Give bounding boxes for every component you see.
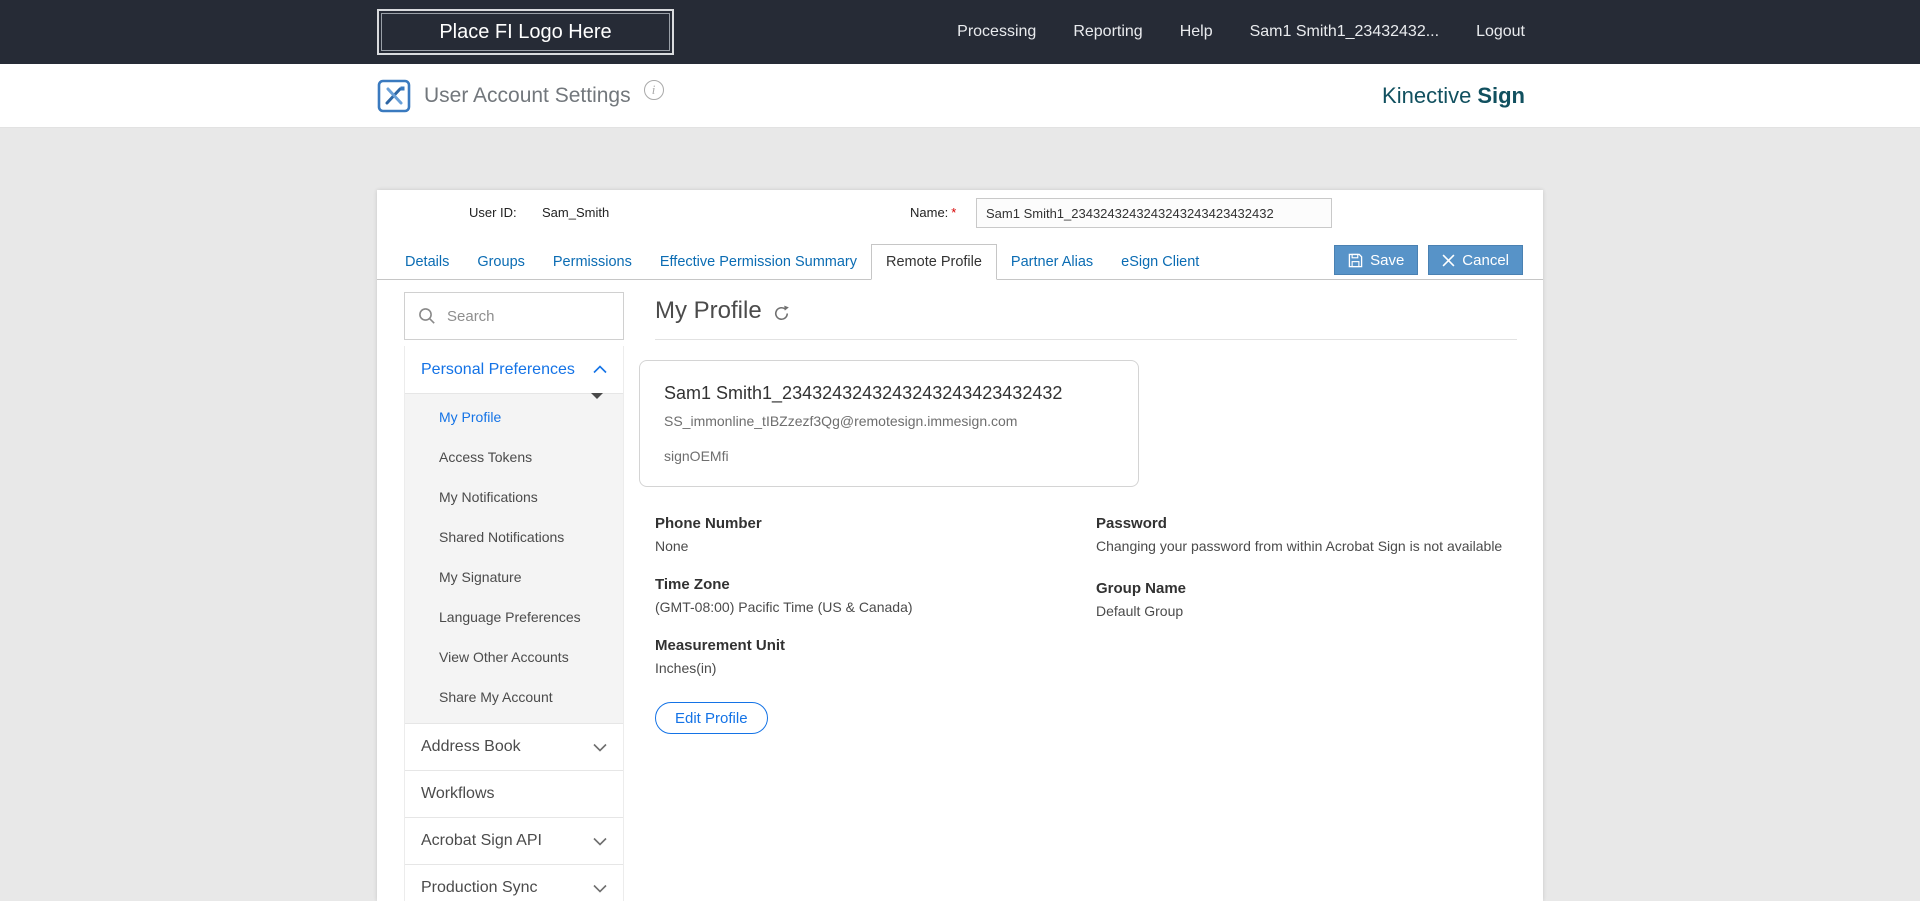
save-button-label: Save bbox=[1370, 251, 1405, 269]
page-title: User Account Settings bbox=[424, 83, 631, 107]
sidebar-item-share-my-account[interactable]: Share My Account bbox=[405, 677, 623, 717]
refresh-icon[interactable] bbox=[773, 305, 790, 322]
nav-logout[interactable]: Logout bbox=[1476, 23, 1525, 41]
name-label-text: Name: bbox=[910, 205, 949, 220]
tab-remote-profile[interactable]: Remote Profile bbox=[871, 244, 997, 280]
sidebar-group-label: Address Book bbox=[421, 738, 521, 755]
nav-reporting[interactable]: Reporting bbox=[1073, 23, 1142, 41]
esign-app-icon bbox=[377, 79, 411, 113]
top-nav-menu: Processing Reporting Help Sam1 Smith1_23… bbox=[957, 0, 1525, 64]
sidebar-group-acrobat-sign-api[interactable]: Acrobat Sign API bbox=[405, 817, 623, 864]
sidebar-item-access-tokens[interactable]: Access Tokens bbox=[405, 437, 623, 477]
sidebar-item-shared-notifications[interactable]: Shared Notifications bbox=[405, 517, 623, 557]
expanded-notch bbox=[591, 393, 603, 399]
tab-partner-alias[interactable]: Partner Alias bbox=[997, 245, 1107, 279]
sidebar-group-label: Personal Preferences bbox=[421, 360, 575, 378]
field-measurement-unit: Measurement Unit Inches(in) bbox=[655, 637, 1096, 676]
field-value: None bbox=[655, 538, 689, 554]
name-label: Name: * bbox=[910, 205, 956, 220]
edit-profile-button[interactable]: Edit Profile bbox=[655, 702, 768, 734]
field-value: Inches(in) bbox=[655, 660, 717, 676]
name-input[interactable] bbox=[976, 198, 1332, 228]
sidebar-group-label: Workflows bbox=[421, 785, 495, 802]
field-label: Phone Number bbox=[655, 515, 762, 532]
profile-summary-card: Sam1 Smith1_2343243243243243243423432432… bbox=[639, 360, 1139, 487]
settings-sidebar: Personal Preferences My Profile Access T… bbox=[404, 292, 624, 901]
chevron-down-icon bbox=[593, 743, 607, 752]
profile-heading: My Profile bbox=[655, 297, 762, 324]
field-label: Group Name bbox=[1096, 580, 1187, 597]
cancel-x-icon bbox=[1442, 254, 1455, 267]
personal-preferences-items: My Profile Access Tokens My Notification… bbox=[405, 393, 623, 723]
profile-card-email: SS_immonline_tIBZzezf3Qg@remotesign.imme… bbox=[664, 413, 1018, 429]
sidebar-search[interactable] bbox=[404, 292, 624, 340]
profile-fields: Phone Number None Time Zone (GMT-08:00) … bbox=[655, 515, 1517, 734]
field-label: Measurement Unit bbox=[655, 637, 786, 654]
field-password: Password Changing your password from wit… bbox=[1096, 515, 1517, 554]
sidebar-group-workflows[interactable]: Workflows bbox=[405, 770, 623, 817]
field-time-zone: Time Zone (GMT-08:00) Pacific Time (US &… bbox=[655, 576, 1096, 615]
brand-product: Sign bbox=[1477, 82, 1525, 108]
tab-strip: Details Groups Permissions Effective Per… bbox=[377, 244, 1543, 280]
user-id-label: User ID: bbox=[469, 205, 517, 220]
field-value: Changing your password from within Acrob… bbox=[1096, 538, 1503, 554]
nav-help[interactable]: Help bbox=[1180, 23, 1213, 41]
save-icon bbox=[1348, 253, 1363, 268]
sidebar-group-production-sync[interactable]: Production Sync bbox=[405, 864, 623, 901]
cancel-button[interactable]: Cancel bbox=[1428, 245, 1523, 275]
field-value: (GMT-08:00) Pacific Time (US & Canada) bbox=[655, 599, 913, 615]
sidebar-group-label: Production Sync bbox=[421, 879, 538, 896]
identity-row: User ID: Sam_Smith Name: * bbox=[377, 190, 1543, 236]
brand-logo: Kinective Sign bbox=[1382, 64, 1525, 127]
required-marker: * bbox=[951, 205, 957, 220]
sidebar-item-my-profile[interactable]: My Profile bbox=[405, 397, 623, 437]
field-label: Password bbox=[1096, 515, 1167, 532]
sidebar-item-view-other-accounts[interactable]: View Other Accounts bbox=[405, 637, 623, 677]
tab-groups[interactable]: Groups bbox=[463, 245, 539, 279]
form-actions: Save Cancel bbox=[1334, 245, 1523, 275]
brand-name: Kinective bbox=[1382, 82, 1472, 108]
profile-card-name: Sam1 Smith1_2343243243243243243423432432 bbox=[664, 383, 1063, 403]
field-group-name: Group Name Default Group bbox=[1096, 580, 1517, 619]
page-header: User Account Settings i Kinective Sign bbox=[0, 64, 1920, 128]
fi-logo-placeholder-text: Place FI Logo Here bbox=[439, 20, 612, 43]
user-id-value: Sam_Smith bbox=[542, 205, 610, 220]
profile-card-account: signOEMfi bbox=[664, 448, 729, 464]
sidebar-group-label: Acrobat Sign API bbox=[421, 832, 542, 849]
heading-divider bbox=[655, 339, 1517, 340]
profile-fields-right-column: Password Changing your password from wit… bbox=[1096, 515, 1517, 734]
chevron-down-icon bbox=[593, 884, 607, 893]
cancel-button-label: Cancel bbox=[1462, 251, 1509, 269]
remote-profile-content: Personal Preferences My Profile Access T… bbox=[377, 280, 1543, 901]
sidebar-group-address-book[interactable]: Address Book bbox=[405, 723, 623, 770]
nav-processing[interactable]: Processing bbox=[957, 23, 1036, 41]
my-profile-section: My Profile Sam1 Smith1_23432432432432432… bbox=[624, 292, 1517, 901]
sidebar-item-my-signature[interactable]: My Signature bbox=[405, 557, 623, 597]
chevron-down-icon bbox=[593, 837, 607, 846]
tab-esign-client[interactable]: eSign Client bbox=[1107, 245, 1213, 279]
user-account-panel: User ID: Sam_Smith Name:* Details Groups… bbox=[377, 190, 1543, 901]
sidebar-group-personal-preferences[interactable]: Personal Preferences bbox=[405, 346, 623, 399]
search-input[interactable] bbox=[447, 307, 610, 325]
tab-permissions[interactable]: Permissions bbox=[539, 245, 646, 279]
field-label: Time Zone bbox=[655, 576, 730, 593]
field-phone-number: Phone Number None bbox=[655, 515, 1096, 554]
profile-fields-left-column: Phone Number None Time Zone (GMT-08:00) … bbox=[655, 515, 1096, 734]
tab-details[interactable]: Details bbox=[391, 245, 463, 279]
profile-heading-row: My Profile bbox=[655, 297, 1517, 325]
sidebar-nav-list: Personal Preferences My Profile Access T… bbox=[404, 346, 624, 901]
nav-user-menu[interactable]: Sam1 Smith1_23432432... bbox=[1250, 23, 1439, 41]
info-icon[interactable]: i bbox=[643, 79, 664, 100]
sidebar-item-language-preferences[interactable]: Language Preferences bbox=[405, 597, 623, 637]
search-icon bbox=[418, 307, 436, 325]
fi-logo-placeholder: Place FI Logo Here bbox=[377, 9, 674, 55]
top-navigation-bar: Place FI Logo Here Processing Reporting … bbox=[0, 0, 1920, 64]
chevron-up-icon bbox=[593, 365, 607, 374]
tab-effective-permission-summary[interactable]: Effective Permission Summary bbox=[646, 245, 871, 279]
save-button[interactable]: Save bbox=[1334, 245, 1419, 275]
sidebar-item-my-notifications[interactable]: My Notifications bbox=[405, 477, 623, 517]
field-value: Default Group bbox=[1096, 603, 1184, 619]
